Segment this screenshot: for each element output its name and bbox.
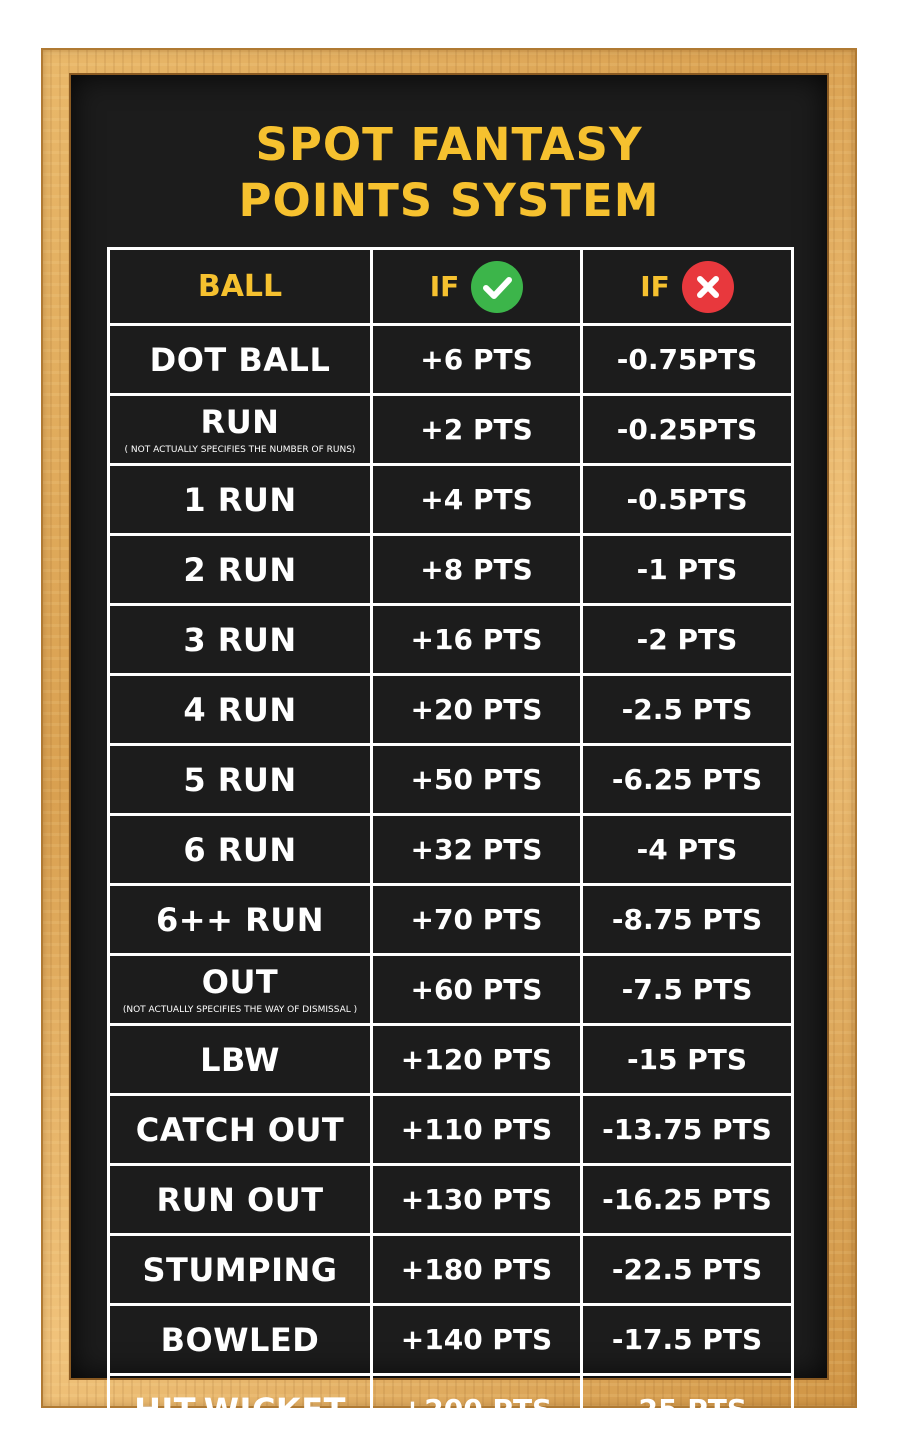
correct-points-cell: +8 PTS — [370, 533, 583, 606]
table-row: OUT (NOT ACTUALLY SPECIFIES THE WAY OF DI… — [107, 953, 794, 1026]
wrong-points-cell: -0.25PTS — [580, 393, 794, 466]
wooden-frame: SPOT FANTASY POINTS SYSTEM BALL IF IF DO… — [41, 48, 857, 1446]
correct-points-cell: +20 PTS — [370, 673, 583, 746]
wrong-points-cell: -16.25 PTS — [580, 1163, 794, 1236]
title-line-1: SPOT FANTASY — [255, 118, 643, 171]
wrong-points-cell: -4 PTS — [580, 813, 794, 886]
table-row: DOT BALL +6 PTS -0.75PTS — [107, 323, 794, 396]
ball-type-label: RUN — [200, 402, 280, 441]
ball-type-label: 4 RUN — [183, 690, 297, 729]
chalkboard: SPOT FANTASY POINTS SYSTEM BALL IF IF DO… — [71, 75, 827, 1446]
correct-points-cell: +180 PTS — [370, 1233, 583, 1306]
check-circle-icon — [471, 260, 524, 313]
correct-points-cell: +60 PTS — [370, 953, 583, 1026]
wrong-points-cell: -2.5 PTS — [580, 673, 794, 746]
ball-type-note: ( NOT ACTUALLY SPECIFIES THE NUMBER OF R… — [124, 444, 356, 455]
correct-points-cell: +200 PTS — [370, 1373, 583, 1446]
table-row: 6++ RUN +70 PTS -8.75 PTS — [107, 883, 794, 956]
ball-type-cell: STUMPING — [107, 1233, 373, 1306]
correct-points-cell: +50 PTS — [370, 743, 583, 816]
header-ball-label: BALL — [197, 269, 283, 304]
ball-type-label: BOWLED — [160, 1320, 320, 1359]
ball-type-label: RUN OUT — [156, 1180, 324, 1219]
correct-points-cell: +16 PTS — [370, 603, 583, 676]
table-row: HIT-WICKET +200 PTS -25 PTS — [107, 1373, 794, 1446]
ball-type-label: 5 RUN — [183, 760, 297, 799]
ball-type-cell: 4 RUN — [107, 673, 373, 746]
header-correct-cell: IF — [370, 247, 583, 326]
ball-type-cell: BOWLED — [107, 1303, 373, 1376]
wrong-points-cell: -8.75 PTS — [580, 883, 794, 956]
correct-points-cell: +32 PTS — [370, 813, 583, 886]
ball-type-label: CATCH OUT — [135, 1110, 345, 1149]
ball-type-label: HIT-WICKET — [134, 1390, 346, 1429]
wrong-points-cell: -15 PTS — [580, 1023, 794, 1096]
ball-type-label: STUMPING — [142, 1250, 338, 1289]
x-circle-icon — [681, 260, 734, 313]
header-ball-cell: BALL — [107, 247, 373, 326]
table-row: 6 RUN +32 PTS -4 PTS — [107, 813, 794, 886]
ball-type-label: DOT BALL — [149, 340, 331, 379]
wrong-points-cell: -6.25 PTS — [580, 743, 794, 816]
ball-type-cell: DOT BALL — [107, 323, 373, 396]
table-header-row: BALL IF IF — [107, 247, 794, 326]
ball-type-cell: 2 RUN — [107, 533, 373, 606]
ball-type-cell: 6 RUN — [107, 813, 373, 886]
wrong-points-cell: -2 PTS — [580, 603, 794, 676]
table-row: BOWLED +140 PTS -17.5 PTS — [107, 1303, 794, 1376]
correct-points-cell: +6 PTS — [370, 323, 583, 396]
ball-type-cell: LBW — [107, 1023, 373, 1096]
table-row: 5 RUN +50 PTS -6.25 PTS — [107, 743, 794, 816]
correct-points-cell: +110 PTS — [370, 1093, 583, 1166]
correct-points-cell: +130 PTS — [370, 1163, 583, 1236]
points-table: BALL IF IF DOT BALL +6 PTS -0.75PTS RUN … — [107, 247, 794, 1446]
header-if-wrong-label: IF — [640, 270, 670, 303]
ball-type-cell: 3 RUN — [107, 603, 373, 676]
ball-type-label: 6 RUN — [183, 830, 297, 869]
ball-type-cell: RUN OUT — [107, 1163, 373, 1236]
wrong-points-cell: -1 PTS — [580, 533, 794, 606]
ball-type-cell: HIT-WICKET — [107, 1373, 373, 1446]
ball-type-label: 1 RUN — [183, 480, 297, 519]
table-row: CATCH OUT +110 PTS -13.75 PTS — [107, 1093, 794, 1166]
correct-points-cell: +140 PTS — [370, 1303, 583, 1376]
table-row: 1 RUN +4 PTS -0.5PTS — [107, 463, 794, 536]
ball-type-cell: RUN ( NOT ACTUALLY SPECIFIES THE NUMBER O… — [107, 393, 373, 466]
wrong-points-cell: -22.5 PTS — [580, 1233, 794, 1306]
header-wrong-cell: IF — [580, 247, 794, 326]
table-row: 2 RUN +8 PTS -1 PTS — [107, 533, 794, 606]
table-row: RUN ( NOT ACTUALLY SPECIFIES THE NUMBER O… — [107, 393, 794, 466]
title-line-2: POINTS SYSTEM — [238, 174, 660, 227]
wrong-points-cell: -13.75 PTS — [580, 1093, 794, 1166]
correct-points-cell: +70 PTS — [370, 883, 583, 956]
ball-type-label: LBW — [200, 1040, 280, 1079]
header-if-correct-label: IF — [429, 270, 460, 303]
ball-type-cell: 1 RUN — [107, 463, 373, 536]
wrong-points-cell: -17.5 PTS — [580, 1303, 794, 1376]
table-row: 4 RUN +20 PTS -2.5 PTS — [107, 673, 794, 746]
wrong-points-cell: -25 PTS — [580, 1373, 794, 1446]
wrong-points-cell: -0.5PTS — [580, 463, 794, 536]
ball-type-cell: OUT (NOT ACTUALLY SPECIFIES THE WAY OF DI… — [107, 953, 373, 1026]
ball-type-cell: CATCH OUT — [107, 1093, 373, 1166]
ball-type-label: 6++ RUN — [156, 900, 324, 939]
ball-type-note: (NOT ACTUALLY SPECIFIES THE WAY OF DISMI… — [122, 1004, 358, 1015]
ball-type-label: OUT — [201, 962, 279, 1001]
correct-points-cell: +4 PTS — [370, 463, 583, 536]
wrong-points-cell: -0.75PTS — [580, 323, 794, 396]
ball-type-label: 2 RUN — [183, 550, 297, 589]
correct-points-cell: +120 PTS — [370, 1023, 583, 1096]
wrong-points-cell: -7.5 PTS — [580, 953, 794, 1026]
ball-type-label: 3 RUN — [183, 620, 297, 659]
table-row: LBW +120 PTS -15 PTS — [107, 1023, 794, 1096]
table-row: RUN OUT +130 PTS -16.25 PTS — [107, 1163, 794, 1236]
page-title: SPOT FANTASY POINTS SYSTEM — [71, 117, 827, 229]
ball-type-cell: 6++ RUN — [107, 883, 373, 956]
ball-type-cell: 5 RUN — [107, 743, 373, 816]
table-row: STUMPING +180 PTS -22.5 PTS — [107, 1233, 794, 1306]
correct-points-cell: +2 PTS — [370, 393, 583, 466]
table-row: 3 RUN +16 PTS -2 PTS — [107, 603, 794, 676]
